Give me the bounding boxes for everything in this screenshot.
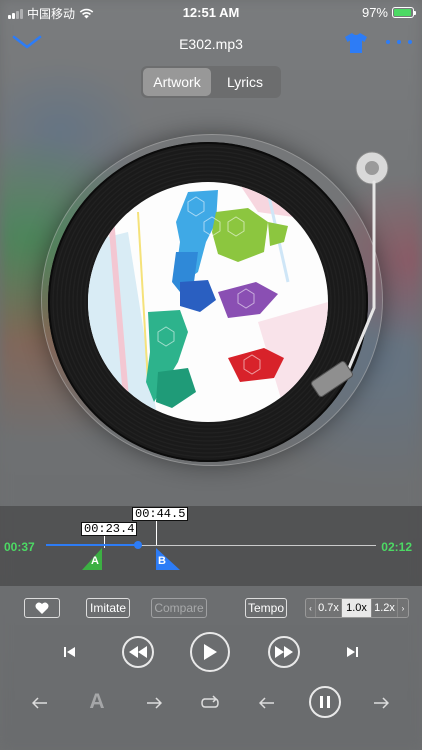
repeat-icon[interactable] [198,693,222,713]
speed-faster-icon[interactable]: › [398,599,408,617]
total-time: 02:12 [381,540,412,554]
view-segmented-control: Artwork Lyrics [141,66,281,98]
progress-panel: 00:44.5 00:23.4 00:37 02:12 A B [0,506,422,586]
pause-icon [320,696,330,708]
bottom-controls: A [0,686,422,718]
tshirt-icon[interactable] [344,32,368,54]
arrow-right-icon[interactable] [371,694,391,712]
fast-forward-icon [275,646,293,658]
heart-icon [35,602,49,614]
compare-button[interactable]: Compare [151,598,207,618]
tempo-button[interactable]: Tempo [245,598,287,618]
clock: 12:51 AM [182,5,240,20]
play-button[interactable] [190,632,230,672]
elapsed-time: 00:37 [4,540,35,554]
favorite-button[interactable] [24,598,60,618]
arrow-right-icon[interactable] [144,694,164,712]
marker-b-stem [156,521,157,545]
speed-1-0[interactable]: 1.0x [342,599,372,617]
skip-next-icon[interactable] [342,642,362,662]
arrow-left-icon[interactable] [30,694,50,712]
more-dots-icon[interactable] [386,40,412,44]
pause-button[interactable] [309,686,341,718]
rewind-icon [129,646,147,658]
marker-a-stem [104,536,105,548]
marker-b-label: B [158,555,166,567]
transport-controls [0,632,422,672]
skip-previous-icon[interactable] [60,642,80,662]
fast-forward-button[interactable] [268,636,300,668]
battery-icon [392,7,416,18]
marker-b-handle[interactable]: B [156,548,180,570]
battery-percent: 97% [361,5,388,20]
speed-1-2[interactable]: 1.2x [372,599,398,617]
imitate-button[interactable]: Imitate [86,598,130,618]
status-bar: 中国移动 12:51 AM 97% [0,0,422,24]
tab-lyrics[interactable]: Lyrics [211,68,279,96]
play-icon [204,644,217,660]
status-right: 97% [361,5,416,20]
tab-artwork[interactable]: Artwork [143,68,211,96]
tonearm [311,151,389,397]
progress-fill [46,544,139,546]
album-artwork [88,182,328,422]
nav-bar: E302.mp3 [0,30,422,58]
marker-a-handle[interactable]: A [82,548,106,570]
marker-b-time: 00:44.5 [132,507,189,521]
speed-0-7[interactable]: 0.7x [316,599,342,617]
action-row: Imitate Compare Tempo ‹ 0.7x 1.0x 1.2x › [0,598,422,620]
artwork-area [0,130,422,500]
speed-slower-icon[interactable]: ‹ [306,599,316,617]
progress-thumb[interactable] [134,541,143,549]
point-a-button[interactable]: A [86,690,108,714]
marker-a-time: 00:23.4 [81,522,138,536]
speed-selector: ‹ 0.7x 1.0x 1.2x › [305,598,409,618]
marker-a-label: A [91,555,99,567]
rewind-button[interactable] [122,636,154,668]
arrow-left-icon[interactable] [257,694,277,712]
